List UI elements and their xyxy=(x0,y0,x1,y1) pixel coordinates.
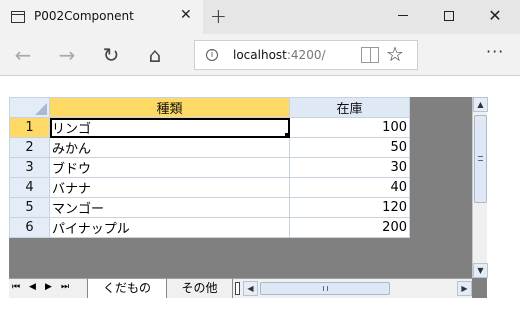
first-sheet-icon[interactable]: ⏮ xyxy=(12,282,20,292)
url-text[interactable]: localhost:4200/ xyxy=(233,48,326,62)
sheet-tab-other[interactable]: その他 xyxy=(167,279,233,298)
horizontal-scrollbar[interactable]: ◀ ▶ xyxy=(243,281,472,296)
reading-view-icon[interactable] xyxy=(361,47,379,63)
spreadsheet-grid: 種類 在庫 1 リンゴ 100 2 みかん 50 3 ブドウ 30 4 バナナ … xyxy=(9,97,410,238)
window-icon xyxy=(11,11,25,23)
forward-arrow-icon[interactable]: → xyxy=(50,40,84,70)
back-arrow-icon[interactable]: ← xyxy=(6,40,40,70)
cell-kind[interactable]: バナナ xyxy=(49,177,290,198)
table-row: 1 リンゴ 100 xyxy=(9,117,410,138)
maximize-icon xyxy=(444,10,454,21)
url-host: localhost xyxy=(233,48,287,62)
maximize-button[interactable] xyxy=(426,0,472,34)
scroll-down-icon[interactable]: ▼ xyxy=(473,263,488,278)
cell-stock[interactable]: 200 xyxy=(289,217,410,238)
column-header-kind[interactable]: 種類 xyxy=(49,97,290,118)
cell-stock[interactable]: 30 xyxy=(289,157,410,178)
refresh-icon[interactable]: ↻ xyxy=(94,40,128,70)
navigation-bar: ← → ↻ ⌂ i localhost:4200/ ☆ ··· xyxy=(0,34,520,76)
close-window-button[interactable]: ✕ xyxy=(472,0,518,34)
cell-kind[interactable]: マンゴー xyxy=(49,197,290,218)
row-header[interactable]: 3 xyxy=(9,157,50,178)
last-sheet-icon[interactable]: ⏭ xyxy=(61,282,69,292)
row-header[interactable]: 2 xyxy=(9,137,50,158)
horizontal-scroll-thumb[interactable] xyxy=(260,282,390,295)
more-icon[interactable]: ··· xyxy=(486,42,504,61)
select-all-corner[interactable] xyxy=(9,97,50,118)
spreadsheet: 種類 在庫 1 リンゴ 100 2 みかん 50 3 ブドウ 30 4 バナナ … xyxy=(9,97,488,298)
cell-kind[interactable]: リンゴ xyxy=(49,117,290,138)
row-header[interactable]: 4 xyxy=(9,177,50,198)
table-row: 2 みかん 50 xyxy=(9,137,410,158)
cell-kind[interactable]: ブドウ xyxy=(49,157,290,178)
row-header[interactable]: 1 xyxy=(9,117,50,138)
table-row: 3 ブドウ 30 xyxy=(9,157,410,178)
cell-kind[interactable]: みかん xyxy=(49,137,290,158)
favorite-star-icon[interactable]: ☆ xyxy=(386,42,404,66)
vertical-scroll-thumb[interactable] xyxy=(474,115,487,203)
tab-title: P002Component xyxy=(34,9,134,23)
sheet-tab-fruits[interactable]: くだもの xyxy=(87,279,167,298)
minimize-icon xyxy=(398,15,408,16)
address-bar[interactable]: i localhost:4200/ xyxy=(194,40,418,70)
sheet-tab-bar: ⏮ ◀ ▶ ⏭ くだもの その他 ◀ ▶ xyxy=(9,278,472,298)
next-sheet-icon[interactable]: ▶ xyxy=(45,282,52,292)
home-icon[interactable]: ⌂ xyxy=(138,40,172,70)
cell-stock[interactable]: 120 xyxy=(289,197,410,218)
cell-stock[interactable]: 50 xyxy=(289,137,410,158)
minimize-button[interactable] xyxy=(380,0,426,34)
row-header[interactable]: 5 xyxy=(9,197,50,218)
column-header-stock[interactable]: 在庫 xyxy=(289,97,410,118)
tab-close-icon[interactable]: ✕ xyxy=(180,7,192,23)
browser-tab[interactable]: P002Component ✕ xyxy=(0,0,203,34)
previous-sheet-icon[interactable]: ◀ xyxy=(29,282,36,292)
tab-split-handle[interactable] xyxy=(235,282,240,295)
info-icon[interactable]: i xyxy=(206,49,218,61)
table-row: 4 バナナ 40 xyxy=(9,177,410,198)
table-row: 5 マンゴー 120 xyxy=(9,197,410,218)
cell-kind[interactable]: パイナップル xyxy=(49,217,290,238)
cell-stock[interactable]: 40 xyxy=(289,177,410,198)
row-header[interactable]: 6 xyxy=(9,217,50,238)
vertical-scrollbar[interactable]: ▲ ▼ xyxy=(472,97,488,278)
title-bar: P002Component ✕ + ✕ xyxy=(0,0,520,34)
scroll-left-icon[interactable]: ◀ xyxy=(243,281,258,296)
url-port-path: :4200/ xyxy=(286,48,326,62)
table-row: 6 パイナップル 200 xyxy=(9,217,410,238)
scroll-up-icon[interactable]: ▲ xyxy=(473,97,488,112)
cell-stock[interactable]: 100 xyxy=(289,117,410,138)
new-tab-button[interactable]: + xyxy=(210,4,227,28)
scroll-right-icon[interactable]: ▶ xyxy=(457,281,472,296)
